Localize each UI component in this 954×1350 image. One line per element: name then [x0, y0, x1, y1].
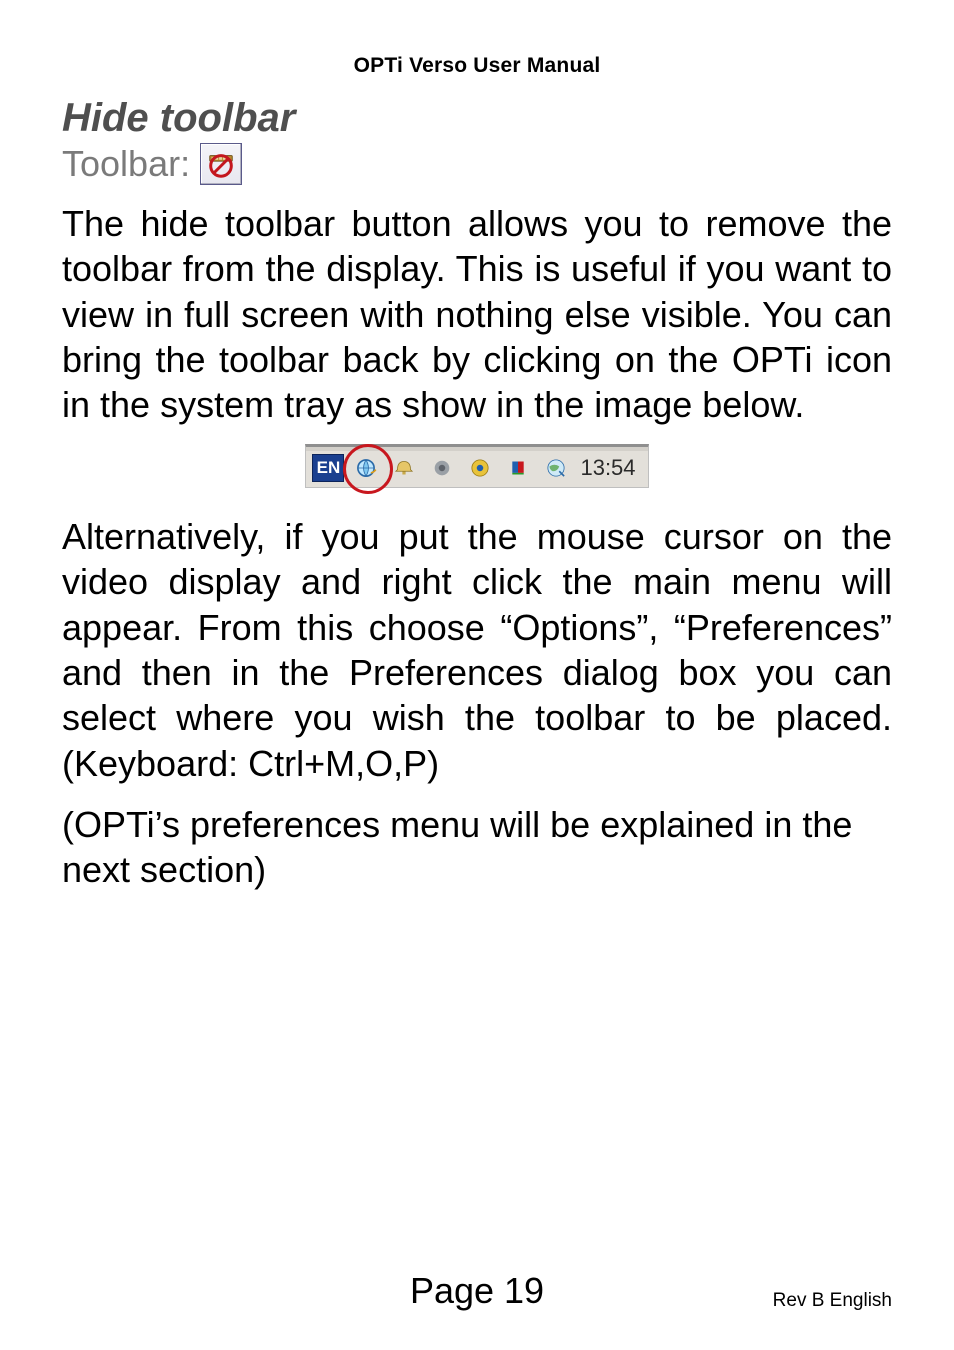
system-tray: EN — [305, 444, 648, 488]
tray-clock: 13:54 — [576, 451, 641, 485]
revision-label: Rev B English — [773, 1290, 892, 1312]
language-indicator: EN — [310, 451, 346, 485]
toolbar-line: Toolbar: — [62, 143, 892, 185]
language-badge: EN — [312, 454, 344, 482]
section-heading: Hide toolbar — [62, 96, 892, 141]
paragraph-2: Alternatively, if you put the mouse curs… — [62, 514, 892, 786]
hide-toolbar-icon — [200, 143, 242, 185]
system-tray-figure: EN — [62, 444, 892, 488]
globe-clock-icon — [538, 451, 574, 485]
paragraph-3: (OPTi’s preferences menu will be explain… — [62, 802, 892, 893]
record-dot-icon — [424, 451, 460, 485]
opti-tray-icon — [348, 451, 384, 485]
page-footer: Page 19 Rev B English — [0, 1270, 954, 1312]
document-header: OPTi Verso User Manual — [62, 54, 892, 78]
speaker-icon — [386, 451, 422, 485]
paragraph-1: The hide toolbar button allows you to re… — [62, 201, 892, 428]
toolbar-label: Toolbar: — [62, 143, 190, 185]
page-number: Page 19 — [410, 1270, 544, 1312]
flag-icon — [500, 451, 536, 485]
document-page: OPTi Verso User Manual Hide toolbar Tool… — [0, 0, 954, 1350]
dot-target-icon — [462, 451, 498, 485]
